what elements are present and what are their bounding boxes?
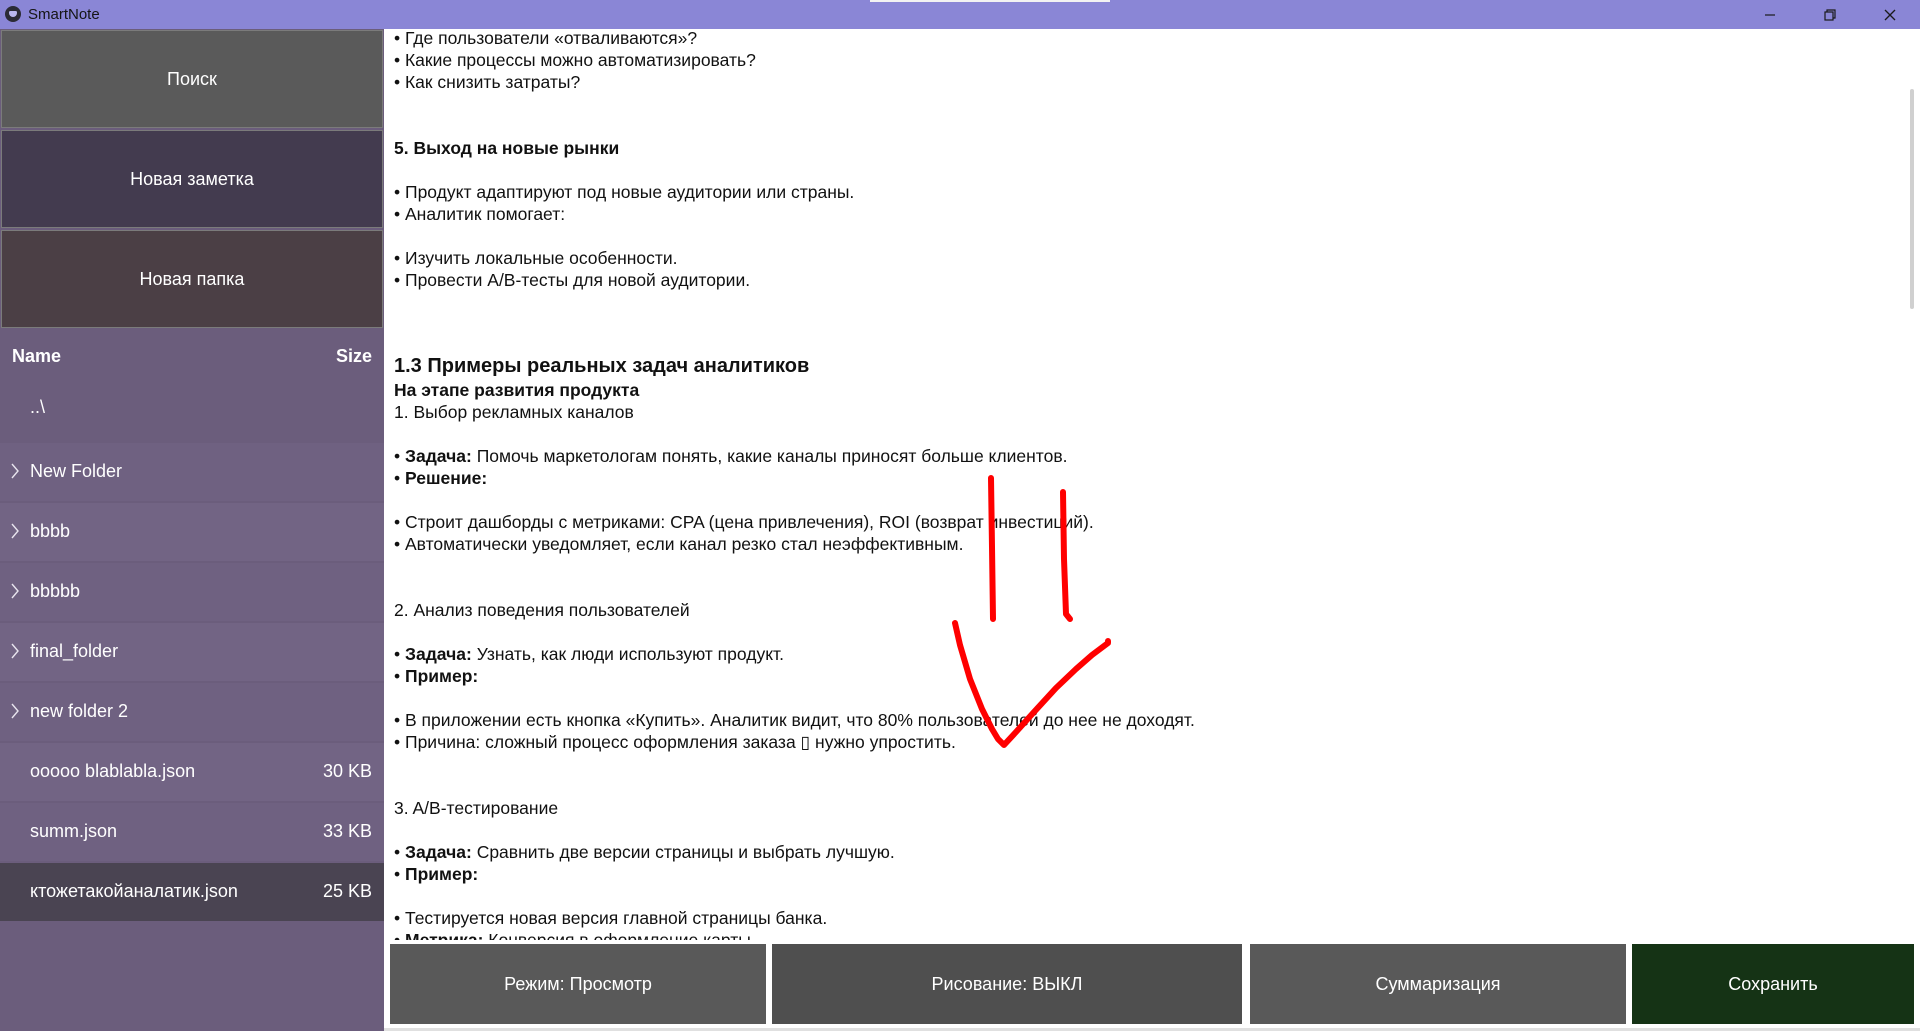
- file-row-parent-dir[interactable]: ..\: [0, 393, 384, 425]
- title-accent-strip: [870, 0, 1110, 2]
- note-text: Узнать, как люди используют продукт.: [471, 644, 784, 664]
- title-bar: SmartNote: [0, 0, 1920, 29]
- note-line: • Как снизить затраты?: [394, 72, 581, 92]
- note-label: Задача:: [405, 446, 472, 466]
- scrollbar-thumb[interactable]: [1910, 89, 1914, 309]
- file-size: 25 KB: [322, 881, 372, 901]
- save-button[interactable]: Сохранить: [1632, 944, 1914, 1024]
- note-line: • Где пользователи «отваливаются»?: [394, 29, 698, 48]
- new-folder-button[interactable]: Новая папка: [1, 230, 383, 328]
- folder-row[interactable]: new folder 2: [0, 683, 384, 741]
- scrollbar[interactable]: [1910, 29, 1918, 940]
- note-line: • Задача: Узнать, как люди используют пр…: [394, 644, 784, 664]
- note-section-heading: 1.3 Примеры реальных задач аналитиков: [394, 355, 810, 377]
- note-line: • Изучить локальные особенности.: [394, 248, 678, 268]
- note-line: • Автоматически уведомляет, если канал р…: [394, 534, 964, 554]
- view-mode-button[interactable]: Режим: Просмотр: [390, 944, 766, 1024]
- app-logo-icon: [5, 6, 21, 22]
- minimize-icon: [1765, 13, 1775, 16]
- column-header-name[interactable]: Name: [12, 346, 61, 367]
- file-size: 33 KB: [322, 821, 372, 841]
- note-editor[interactable]: • Где пользователи «отваливаются»? • Как…: [384, 29, 1920, 940]
- note-line: • Пример:: [394, 666, 479, 686]
- note-text: Помочь маркетологам понять, какие каналы…: [471, 446, 1068, 466]
- folder-name: New Folder: [30, 461, 123, 481]
- note-subheading: На этапе развития продукта: [394, 380, 640, 400]
- note-line: • Какие процессы можно автоматизировать?: [394, 50, 756, 70]
- search-button[interactable]: Поиск: [1, 30, 383, 128]
- chevron-right-icon[interactable]: [9, 581, 21, 601]
- note-line: • Аналитик помогает:: [394, 204, 566, 224]
- file-name: summ.json: [30, 821, 118, 841]
- note-line: 3. A/B-тестирование: [394, 798, 559, 818]
- chevron-right-icon[interactable]: [9, 641, 21, 661]
- folder-name: new folder 2: [30, 701, 129, 721]
- minimize-button[interactable]: [1740, 0, 1800, 29]
- folder-name: final_folder: [30, 641, 119, 661]
- file-name: ooooo blablabla.json: [30, 761, 196, 781]
- column-header-size[interactable]: Size: [336, 346, 372, 367]
- note-line: • Метрика: Конверсия в оформление карты.: [394, 929, 756, 940]
- folder-row[interactable]: bbbbb: [0, 563, 384, 621]
- note-line: • В приложении есть кнопка «Купить». Ана…: [394, 710, 1195, 730]
- window-title: SmartNote: [28, 6, 100, 23]
- note-line: • Задача: Помочь маркетологам понять, ка…: [394, 446, 1068, 466]
- bottom-toolbar: Режим: Просмотр Рисование: ВЫКЛ Суммариз…: [384, 940, 1920, 1031]
- folder-row[interactable]: bbbb: [0, 503, 384, 561]
- close-button[interactable]: [1860, 0, 1920, 29]
- file-name: ..\: [30, 397, 46, 417]
- file-row-selected[interactable]: ктожетакойаналатик.json 25 KB: [0, 863, 384, 921]
- note-line: • Тестируется новая версия главной стран…: [394, 908, 828, 928]
- note-label: Пример:: [405, 864, 479, 884]
- note-line: 1. Выбор рекламных каналов: [394, 402, 634, 422]
- chevron-right-icon[interactable]: [9, 701, 21, 721]
- note-line: • Продукт адаптируют под новые аудитории…: [394, 182, 855, 202]
- note-line: • Провести A/B-тесты для новой аудитории…: [394, 270, 751, 290]
- note-line: • Строит дашборды с метриками: CPA (цена…: [394, 512, 1094, 532]
- file-row[interactable]: ooooo blablabla.json 30 KB: [0, 743, 384, 801]
- note-label: Метрика:: [405, 930, 484, 940]
- restore-button[interactable]: [1800, 0, 1860, 29]
- folder-name: bbbb: [30, 521, 71, 541]
- chevron-right-icon[interactable]: [9, 521, 21, 541]
- note-label: Решение:: [405, 468, 488, 488]
- note-line: • Причина: сложный процесс оформления за…: [394, 732, 956, 752]
- chevron-right-icon[interactable]: [9, 461, 21, 481]
- new-note-button[interactable]: Новая заметка: [1, 130, 383, 228]
- note-label: Задача:: [405, 842, 472, 862]
- folder-row[interactable]: New Folder: [0, 443, 384, 501]
- folder-row[interactable]: final_folder: [0, 623, 384, 681]
- sidebar: Поиск Новая заметка Новая папка Name Siz…: [0, 29, 384, 1031]
- note-line: • Пример:: [394, 864, 479, 884]
- file-size: 30 KB: [322, 761, 372, 781]
- note-label: Задача:: [405, 644, 472, 664]
- note-heading: 5. Выход на новые рынки: [394, 138, 620, 158]
- note-text: Сравнить две версии страницы и выбрать л…: [471, 842, 895, 862]
- note-text: Конверсия в оформление карты.: [483, 930, 756, 940]
- note-line: • Решение:: [394, 468, 488, 488]
- file-row[interactable]: summ.json 33 KB: [0, 803, 384, 861]
- close-icon: [1884, 9, 1896, 20]
- file-list-header: Name Size: [0, 329, 384, 383]
- summarize-button[interactable]: Суммаризация: [1250, 944, 1626, 1024]
- note-label: Пример:: [405, 666, 479, 686]
- file-name: ктожетакойаналатик.json: [30, 881, 238, 901]
- note-line: 2. Анализ поведения пользователей: [394, 600, 690, 620]
- restore-icon: [1824, 8, 1836, 21]
- folder-name: bbbbb: [30, 581, 81, 601]
- note-line: • Задача: Сравнить две версии страницы и…: [394, 842, 895, 862]
- drawing-toggle-button[interactable]: Рисование: ВЫКЛ: [772, 944, 1242, 1024]
